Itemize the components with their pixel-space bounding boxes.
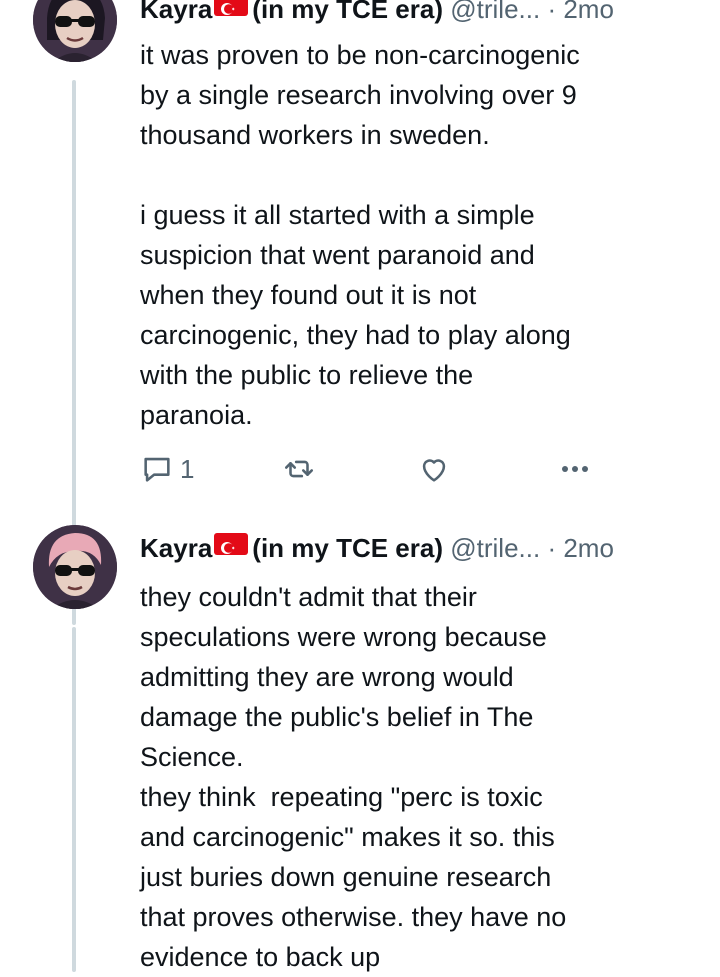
separator: ·	[547, 0, 557, 24]
more-icon	[562, 466, 588, 472]
separator: ·	[547, 533, 557, 563]
turkey-flag-icon	[214, 0, 249, 16]
turkey-flag-icon	[214, 533, 249, 555]
avatar[interactable]	[33, 525, 117, 609]
author-name[interactable]: Kayra	[140, 533, 212, 563]
reply-icon	[144, 457, 170, 482]
thread-line	[72, 627, 76, 972]
author-handle[interactable]: @trile...	[450, 0, 540, 24]
avatar[interactable]	[33, 0, 117, 62]
author-handle[interactable]: @trile...	[450, 533, 540, 563]
author-suffix[interactable]: (in my TCE era)	[252, 533, 443, 563]
like-icon	[422, 459, 446, 482]
author-name[interactable]: Kayra	[140, 0, 212, 24]
tweet-text: it was proven to be non-carcinogenic by …	[140, 40, 580, 430]
avatar-image	[33, 525, 117, 609]
like-button[interactable]	[417, 452, 451, 486]
retweet-button[interactable]	[282, 452, 316, 486]
retweet-icon	[284, 460, 314, 478]
timestamp[interactable]: 2mo	[563, 533, 614, 563]
reply-button[interactable]: 1	[140, 452, 194, 486]
reply-count: 1	[180, 453, 195, 484]
tweet-actions: 1	[140, 452, 620, 492]
timestamp[interactable]: 2mo	[563, 0, 614, 24]
more-button[interactable]	[555, 452, 595, 486]
tweet-header: Kayra (in my TCE era) @trile... · 2mo	[140, 531, 690, 567]
tweet-header: Kayra (in my TCE era) @trile... · 2mo	[140, 0, 690, 28]
author-suffix[interactable]: (in my TCE era)	[252, 0, 443, 24]
avatar-image	[33, 0, 117, 62]
tweet-text: they couldn't admit that their speculati…	[140, 582, 567, 972]
